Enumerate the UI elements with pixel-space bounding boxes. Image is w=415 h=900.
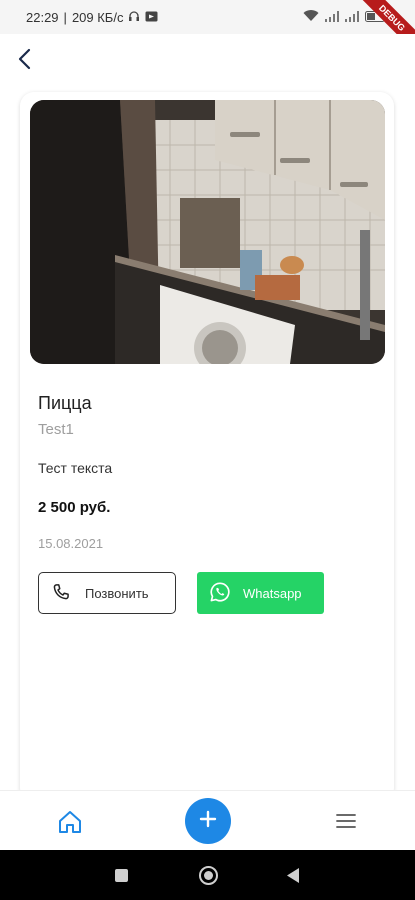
add-listing-button[interactable] <box>185 798 231 844</box>
whatsapp-button-label: Whatsapp <box>243 585 302 601</box>
signal-icon <box>325 10 339 25</box>
listing-date: 15.08.2021 <box>38 536 104 551</box>
listing-description: Тест текста <box>38 460 113 476</box>
home-icon <box>56 811 84 840</box>
nav-menu-button[interactable] <box>334 809 358 833</box>
kitchen-photo-image <box>30 100 385 364</box>
home-system-button[interactable] <box>199 866 218 885</box>
status-speed: 209 КБ/с <box>71 9 124 25</box>
message-icon <box>145 10 158 25</box>
status-time: 22:29 <box>26 9 59 25</box>
signal-icon-2 <box>345 10 359 25</box>
listing-subtitle: Test1 <box>38 421 74 438</box>
headphones-icon <box>128 10 140 25</box>
recents-button[interactable] <box>115 869 128 882</box>
listing-card: Пицца Test1 Тест текста 2 500 руб. 15.08… <box>20 92 394 802</box>
wifi-icon <box>303 9 319 25</box>
phone-icon <box>51 582 71 605</box>
android-nav-bar <box>0 850 415 900</box>
bottom-nav <box>0 790 415 850</box>
app-bar <box>0 34 415 90</box>
listing-title: Пицца <box>38 393 92 413</box>
whatsapp-button[interactable]: Whatsapp <box>197 572 324 614</box>
call-button-label: Позвонить <box>85 585 149 601</box>
back-system-button[interactable] <box>285 867 301 884</box>
status-left: 22:29 | 209 КБ/с <box>26 10 158 25</box>
back-button[interactable] <box>10 44 40 78</box>
menu-icon <box>334 814 358 837</box>
call-button[interactable]: Позвонить <box>38 572 176 614</box>
status-bar: 22:29 | 209 КБ/с <box>0 0 415 34</box>
listing-price: 2 500 руб. <box>38 499 111 516</box>
plus-icon <box>199 810 217 833</box>
listing-photo[interactable] <box>30 100 385 364</box>
whatsapp-icon <box>209 581 231 606</box>
triangle-back-icon <box>287 868 299 883</box>
chevron-left-icon <box>18 48 32 75</box>
nav-home-button[interactable] <box>56 808 84 836</box>
status-divider: | <box>63 9 67 25</box>
